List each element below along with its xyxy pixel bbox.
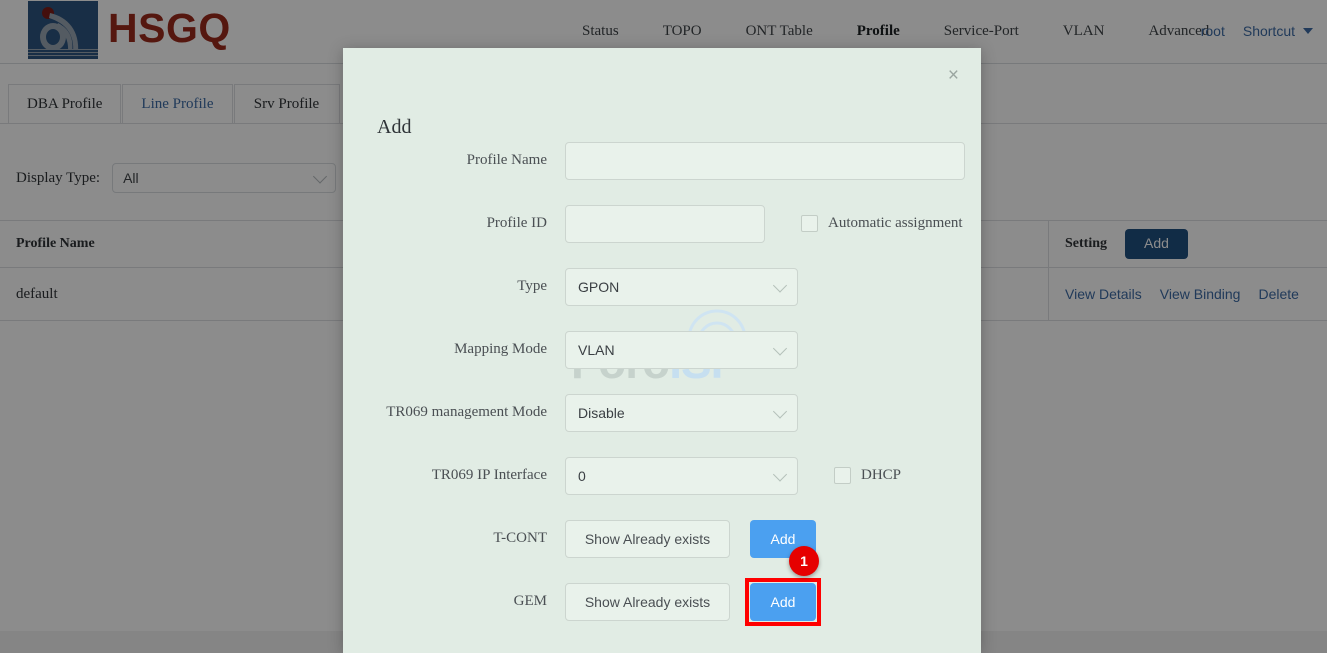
chevron-down-icon[interactable] <box>1303 28 1313 34</box>
automatic-assignment-checkbox[interactable]: Automatic assignment <box>801 215 963 232</box>
view-binding-link[interactable]: View Binding <box>1160 286 1241 302</box>
nav-item-ont-table[interactable]: ONT Table <box>724 23 835 40</box>
tcont-show-existing-button[interactable]: Show Already exists <box>565 519 730 558</box>
mapping-mode-select[interactable]: VLAN <box>565 330 798 369</box>
current-user-link[interactable]: root <box>1201 23 1225 39</box>
header-right-actions: root Shortcut <box>1201 0 1313 62</box>
cell-actions: View Details View Binding Delete <box>1049 268 1327 320</box>
delete-link[interactable]: Delete <box>1258 286 1298 302</box>
tab-line-profile[interactable]: Line Profile <box>122 84 233 124</box>
chevron-down-icon <box>772 403 788 419</box>
display-type-value: All <box>123 170 139 186</box>
checkbox-box-icon <box>801 215 818 232</box>
add-profile-button[interactable]: Add <box>1125 229 1188 259</box>
nav-item-topo[interactable]: TOPO <box>641 23 724 40</box>
label-tr069-management-mode: TR069 management Mode <box>386 404 547 420</box>
field-row-tcont: T-CONT Show Already exists Add <box>343 507 981 570</box>
label-gem: GEM <box>513 593 547 609</box>
logo-mark-icon <box>28 1 98 59</box>
type-value: GPON <box>578 278 620 295</box>
logo-wordmark: HSGQ <box>108 4 231 51</box>
tab-dba-profile[interactable]: DBA Profile <box>8 84 122 124</box>
tr069-management-mode-select[interactable]: Disable <box>565 393 798 432</box>
gem-add-highlight-group: Add 1 <box>745 545 821 626</box>
shortcut-menu[interactable]: Shortcut <box>1243 23 1295 39</box>
field-row-tr069-management-mode: TR069 management Mode Disable <box>343 381 981 444</box>
label-automatic-assignment: Automatic assignment <box>828 215 963 231</box>
dhcp-checkbox[interactable]: DHCP <box>834 467 901 484</box>
profile-name-input[interactable] <box>565 141 965 180</box>
gem-add-button[interactable]: Add <box>750 582 816 621</box>
label-mapping-mode: Mapping Mode <box>454 341 547 357</box>
step-badge: 1 <box>789 545 819 576</box>
field-row-tr069-ip-interface: TR069 IP Interface 0 DHCP <box>343 444 981 507</box>
gem-show-existing-button[interactable]: Show Already exists <box>565 582 730 621</box>
nav-item-vlan[interactable]: VLAN <box>1041 23 1127 40</box>
label-profile-name: Profile Name <box>466 152 547 168</box>
tr069-ip-interface-value: 0 <box>578 467 586 484</box>
field-row-type: Type GPON <box>343 255 981 318</box>
chevron-down-icon <box>313 169 328 184</box>
brand-logo[interactable]: HSGQ <box>28 0 231 60</box>
tab-srv-profile[interactable]: Srv Profile <box>233 84 340 124</box>
setting-header-label: Setting <box>1065 236 1107 251</box>
display-type-label: Display Type: <box>16 169 101 186</box>
label-tr069-ip-interface: TR069 IP Interface <box>431 467 547 483</box>
label-type: Type <box>517 278 547 294</box>
chevron-down-icon <box>772 466 788 482</box>
profile-id-input[interactable] <box>565 204 765 243</box>
view-details-link[interactable]: View Details <box>1065 286 1142 302</box>
tr069-management-mode-value: Disable <box>578 404 625 421</box>
label-dhcp: DHCP <box>861 467 902 483</box>
close-icon[interactable]: × <box>948 66 959 85</box>
label-tcont: T-CONT <box>493 530 547 546</box>
display-type-filter: Display Type: All <box>16 163 337 193</box>
checkbox-box-icon <box>834 467 851 484</box>
nav-item-status[interactable]: Status <box>560 23 641 40</box>
field-row-profile-id: Profile ID Automatic assignment <box>343 192 981 255</box>
field-row-mapping-mode: Mapping Mode VLAN <box>343 318 981 381</box>
column-header-setting: Setting Add <box>1049 221 1327 267</box>
cell-profile-name: default <box>0 268 350 320</box>
profile-tabstrip: DBA Profile Line Profile Srv Profile <box>8 84 341 124</box>
mapping-mode-value: VLAN <box>578 341 615 358</box>
type-select[interactable]: GPON <box>565 267 798 306</box>
app-root: HSGQ Status TOPO ONT Table Profile Servi… <box>0 0 1327 653</box>
label-profile-id: Profile ID <box>486 215 547 231</box>
tr069-ip-interface-select[interactable]: 0 <box>565 456 798 495</box>
column-header-profile-name: Profile Name <box>0 221 350 267</box>
display-type-select[interactable]: All <box>112 163 337 193</box>
add-profile-form: Profile Name Profile ID Automatic assign… <box>343 129 981 633</box>
field-row-profile-name: Profile Name <box>343 129 981 192</box>
logo-stripes-icon <box>28 49 98 57</box>
add-line-profile-dialog: Add × ForoISP Profile Name Profile ID <box>343 48 981 653</box>
nav-item-service-port[interactable]: Service-Port <box>922 23 1041 40</box>
nav-item-profile[interactable]: Profile <box>835 23 922 40</box>
chevron-down-icon <box>772 277 788 293</box>
chevron-down-icon <box>772 340 788 356</box>
field-row-gem: GEM Show Already exists Add 1 <box>343 545 981 633</box>
